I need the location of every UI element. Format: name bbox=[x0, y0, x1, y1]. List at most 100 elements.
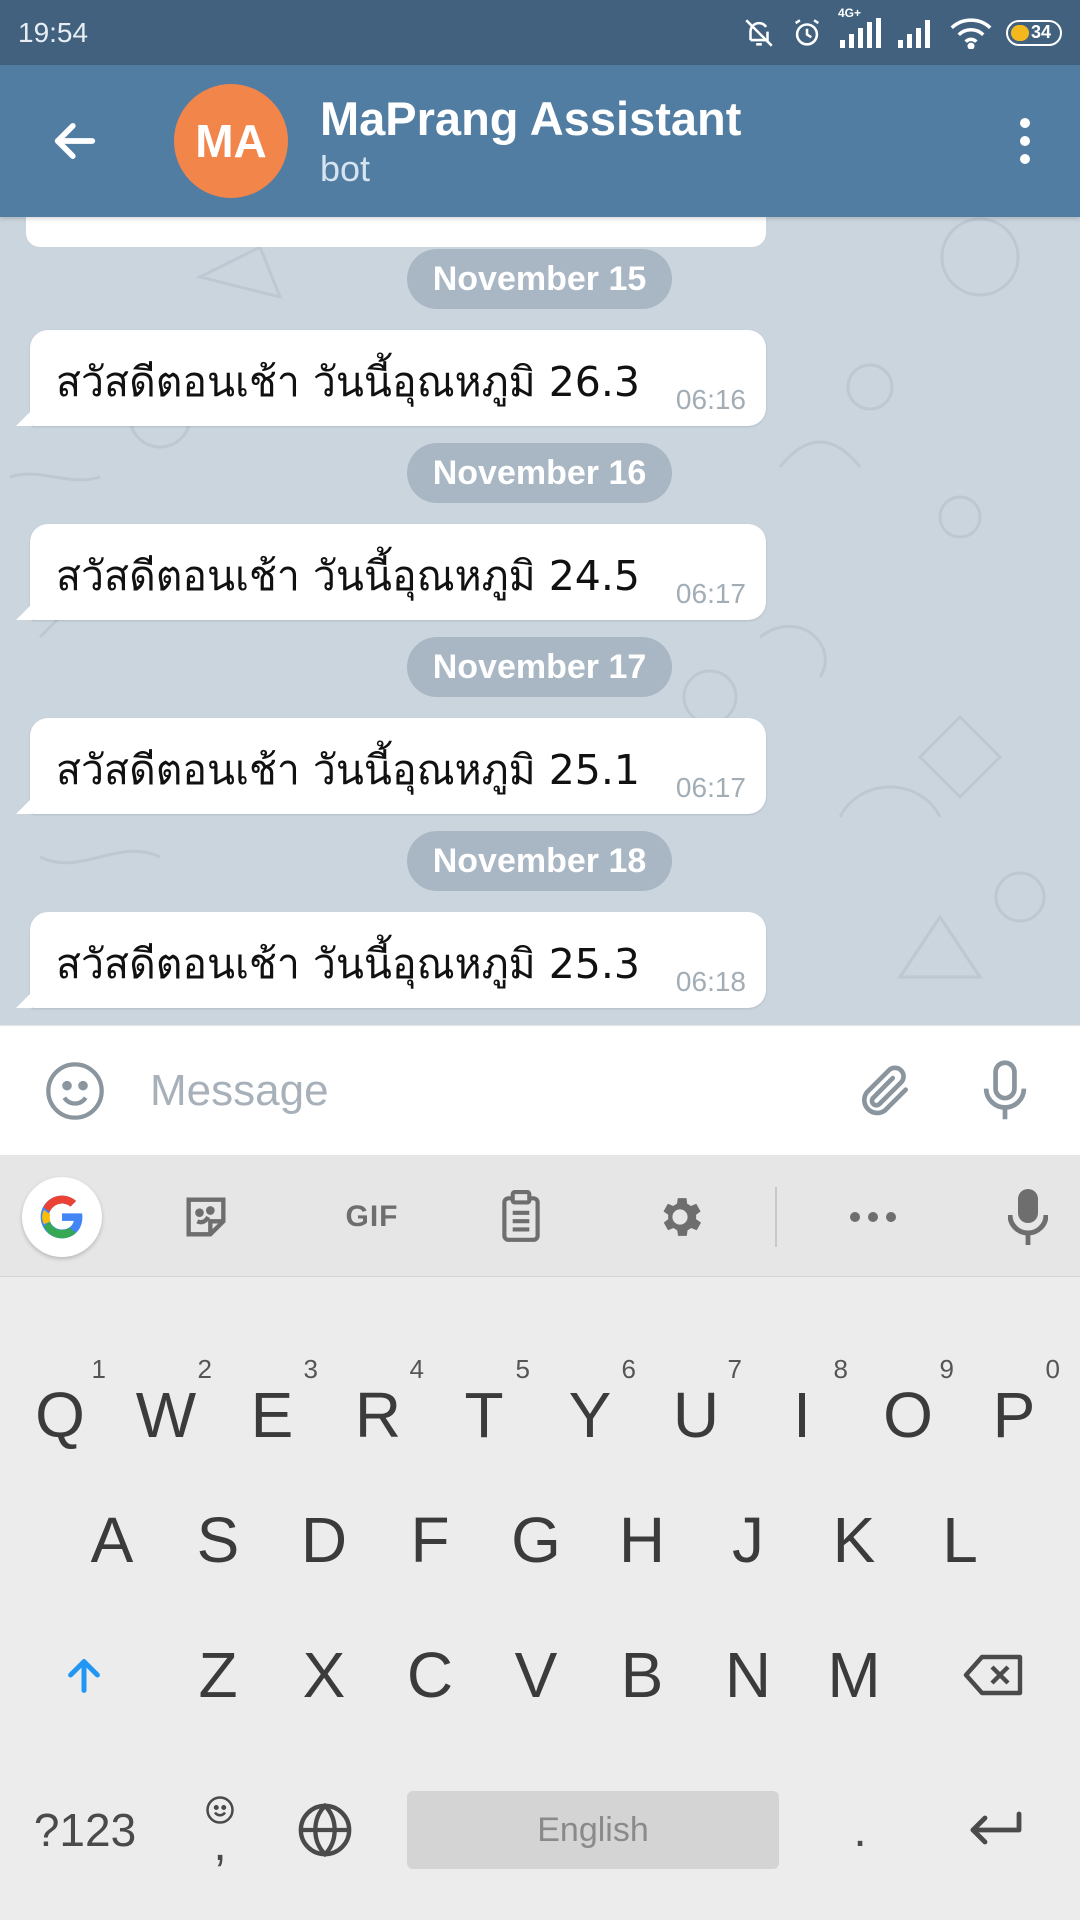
comma-emoji-key[interactable]: , bbox=[180, 1775, 260, 1885]
cellular-4g-icon: 4G+ bbox=[838, 6, 882, 48]
avatar[interactable]: MA bbox=[174, 84, 288, 198]
key-q[interactable]: Q1 bbox=[10, 1350, 110, 1480]
message-time: 06:17 bbox=[675, 578, 746, 609]
status-time: 19:54 bbox=[18, 16, 89, 48]
key-a[interactable]: A bbox=[62, 1475, 162, 1605]
date-separator: November 16 bbox=[407, 443, 672, 503]
google-g-icon bbox=[22, 1177, 102, 1257]
bubble-tail bbox=[16, 798, 32, 814]
comma-label: , bbox=[213, 1818, 227, 1871]
key-t[interactable]: T5 bbox=[434, 1350, 534, 1480]
bubble-tail bbox=[16, 604, 32, 620]
chat-title: MaPrang Assistant bbox=[320, 92, 742, 145]
sticker-button[interactable] bbox=[166, 1177, 246, 1257]
arrow-left-icon bbox=[54, 123, 96, 159]
key-label: I bbox=[793, 1379, 811, 1451]
more-vertical-icon bbox=[1020, 118, 1030, 164]
key-n[interactable]: N bbox=[698, 1610, 798, 1740]
key-label: E bbox=[250, 1379, 294, 1451]
key-u[interactable]: U7 bbox=[646, 1350, 746, 1480]
attach-button[interactable] bbox=[830, 1026, 940, 1156]
key-label: R bbox=[354, 1379, 402, 1451]
shift-key[interactable] bbox=[34, 1610, 134, 1740]
globe-icon bbox=[298, 1802, 352, 1858]
key-f[interactable]: F bbox=[380, 1475, 480, 1605]
enter-icon bbox=[970, 1811, 1022, 1845]
chat-area[interactable]: November 15 สวัสดีตอนเช้า วันนี้อุณหภูมิ… bbox=[0, 217, 1080, 1025]
status-bar: 19:54 4G+ 34 bbox=[0, 0, 1080, 65]
google-search-button[interactable] bbox=[22, 1177, 102, 1257]
network-type-label: 4G+ bbox=[838, 5, 862, 20]
voice-typing-button[interactable] bbox=[988, 1177, 1068, 1257]
bubble-tail bbox=[16, 410, 32, 426]
key-v[interactable]: V bbox=[486, 1610, 586, 1740]
message-bubble[interactable]: สวัสดีตอนเช้า วันนี้อุณหภูมิ 25.3 06:18 bbox=[16, 912, 766, 1008]
key-b[interactable]: B bbox=[592, 1610, 692, 1740]
key-k[interactable]: K bbox=[804, 1475, 904, 1605]
sticker-icon bbox=[186, 1197, 226, 1237]
key-number-hint: 7 bbox=[727, 1354, 742, 1384]
message-bubble[interactable]: สวัสดีตอนเช้า วันนี้อุณหภูมิ 26.3 06:16 bbox=[16, 330, 766, 426]
key-number-hint: 5 bbox=[515, 1354, 530, 1384]
key-c[interactable]: C bbox=[380, 1610, 480, 1740]
key-l[interactable]: L bbox=[910, 1475, 1010, 1605]
more-options-button[interactable] bbox=[970, 65, 1080, 217]
shift-arrow-icon bbox=[68, 1659, 100, 1693]
gif-button[interactable]: GIF bbox=[322, 1177, 422, 1257]
message-text: สวัสดีตอนเช้า วันนี้อุณหภูมิ 24.5 bbox=[56, 552, 641, 600]
bubble-tail bbox=[16, 992, 32, 1008]
clipboard-button[interactable] bbox=[481, 1177, 561, 1257]
message-time: 06:17 bbox=[675, 772, 746, 803]
key-d[interactable]: D bbox=[274, 1475, 374, 1605]
chat-title-block[interactable]: MaPrang Assistant bot bbox=[320, 91, 741, 191]
key-r[interactable]: R4 bbox=[328, 1350, 428, 1480]
key-h[interactable]: H bbox=[592, 1475, 692, 1605]
period-key[interactable]: . bbox=[820, 1791, 900, 1869]
more-tools-button[interactable] bbox=[833, 1177, 913, 1257]
message-time: 06:16 bbox=[675, 384, 746, 415]
key-w[interactable]: W2 bbox=[116, 1350, 216, 1480]
key-label: Y bbox=[568, 1379, 612, 1451]
key-j[interactable]: J bbox=[698, 1475, 798, 1605]
space-bar[interactable]: English bbox=[407, 1791, 779, 1869]
key-e[interactable]: E3 bbox=[222, 1350, 322, 1480]
previous-message-bubble bbox=[26, 217, 766, 247]
key-label: Q bbox=[35, 1379, 85, 1451]
gear-icon bbox=[663, 1198, 702, 1236]
key-x[interactable]: X bbox=[274, 1610, 374, 1740]
key-number-hint: 8 bbox=[833, 1354, 848, 1384]
microphone-icon bbox=[1008, 1189, 1048, 1245]
key-g[interactable]: G bbox=[486, 1475, 586, 1605]
message-text: สวัสดีตอนเช้า วันนี้อุณหภูมิ 26.3 bbox=[56, 358, 641, 406]
symbols-key[interactable]: ?123 bbox=[20, 1791, 150, 1869]
date-separator: November 17 bbox=[407, 637, 672, 697]
message-input[interactable] bbox=[150, 1040, 830, 1141]
battery-level: 34 bbox=[1030, 22, 1052, 42]
wifi-icon bbox=[950, 17, 992, 49]
enter-key[interactable] bbox=[945, 1791, 1045, 1869]
message-bubble[interactable]: สวัสดีตอนเช้า วันนี้อุณหภูมิ 25.1 06:17 bbox=[16, 718, 766, 814]
emoji-button[interactable] bbox=[0, 1026, 150, 1156]
message-time: 06:18 bbox=[675, 966, 746, 997]
voice-record-button[interactable] bbox=[940, 1026, 1070, 1156]
key-m[interactable]: M bbox=[804, 1610, 904, 1740]
chat-header: MA MaPrang Assistant bot bbox=[0, 65, 1080, 217]
microphone-icon bbox=[983, 1059, 1027, 1119]
key-y[interactable]: Y6 bbox=[540, 1350, 640, 1480]
key-number-hint: 6 bbox=[621, 1354, 636, 1384]
key-label: O bbox=[883, 1379, 933, 1451]
keyboard-toolbar: GIF bbox=[0, 1155, 1080, 1277]
battery-icon: 34 bbox=[1006, 19, 1062, 46]
key-i[interactable]: I8 bbox=[752, 1350, 852, 1480]
keyboard-settings-button[interactable] bbox=[640, 1177, 720, 1257]
mute-bell-icon bbox=[742, 16, 776, 50]
key-label: T bbox=[464, 1379, 504, 1451]
message-bubble[interactable]: สวัสดีตอนเช้า วันนี้อุณหภูมิ 24.5 06:17 bbox=[16, 524, 766, 620]
key-o[interactable]: O9 bbox=[858, 1350, 958, 1480]
backspace-key[interactable] bbox=[944, 1610, 1044, 1740]
key-p[interactable]: P0 bbox=[964, 1350, 1064, 1480]
back-button[interactable] bbox=[0, 65, 150, 217]
key-s[interactable]: S bbox=[168, 1475, 268, 1605]
language-key[interactable] bbox=[285, 1791, 365, 1869]
key-z[interactable]: Z bbox=[168, 1610, 268, 1740]
